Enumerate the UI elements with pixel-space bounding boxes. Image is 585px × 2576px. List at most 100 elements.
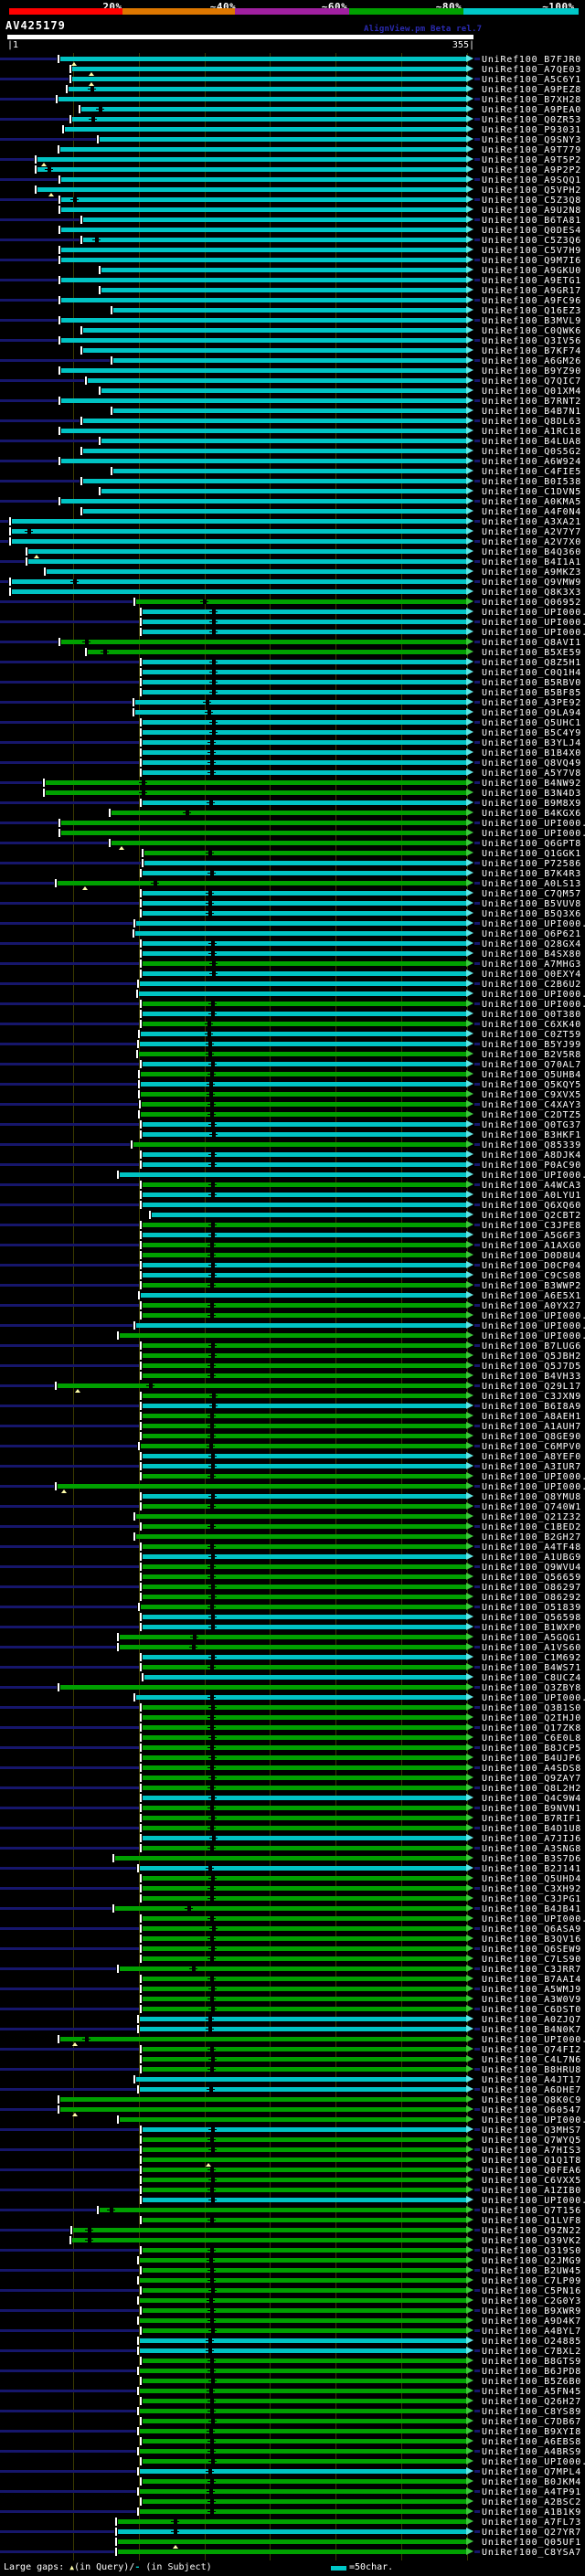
hit-bar[interactable] bbox=[143, 1705, 466, 1710]
hit-label[interactable]: UniRef100_B5C4Y9 bbox=[482, 728, 581, 738]
hit-label[interactable]: UniRef100_UPI000.. bbox=[482, 1482, 585, 1492]
hit-bar[interactable] bbox=[136, 1514, 466, 1519]
hit-label[interactable]: UniRef100_B5YJ99 bbox=[482, 1040, 581, 1050]
hit-bar[interactable] bbox=[143, 770, 466, 775]
hit-label[interactable]: UniRef100_C7BXL2 bbox=[482, 2347, 581, 2357]
hit-bar[interactable] bbox=[143, 2399, 466, 2403]
hit-bar[interactable] bbox=[143, 1464, 466, 1468]
hit-label[interactable]: UniRef100_Q5UHB4 bbox=[482, 1070, 581, 1080]
hit-label[interactable]: UniRef100_C6VXX5 bbox=[482, 2176, 581, 2186]
hit-bar[interactable] bbox=[143, 1936, 466, 1941]
hit-label[interactable]: UniRef100_B4D1U8 bbox=[482, 1824, 581, 1834]
hit-bar[interactable] bbox=[144, 851, 466, 855]
hit-bar[interactable] bbox=[140, 1042, 466, 1046]
hit-label[interactable]: UniRef100_B7LUG6 bbox=[482, 1341, 581, 1352]
hit-label[interactable]: UniRef100_UPI000.. bbox=[482, 628, 585, 638]
hit-label[interactable]: UniRef100_A4SDS8 bbox=[482, 1764, 581, 1774]
hit-bar[interactable] bbox=[61, 258, 466, 262]
hit-label[interactable]: UniRef100_A1ZIB0 bbox=[482, 2186, 581, 2196]
hit-bar[interactable] bbox=[143, 1062, 466, 1066]
hit-bar[interactable] bbox=[143, 2359, 466, 2363]
hit-label[interactable]: UniRef100_C5PN16 bbox=[482, 2286, 581, 2296]
hit-bar[interactable] bbox=[144, 1675, 466, 1680]
hit-label[interactable]: UniRef100_B4I1A1 bbox=[482, 557, 581, 567]
hit-label[interactable]: UniRef100_Q8L2H2 bbox=[482, 1784, 581, 1794]
hit-label[interactable]: UniRef100_B6JPD8 bbox=[482, 2367, 581, 2377]
hit-bar[interactable] bbox=[120, 1172, 466, 1177]
hit-label[interactable]: UniRef100_B3S7D6 bbox=[482, 1854, 581, 1864]
hit-label[interactable]: UniRef100_B8JCP5 bbox=[482, 1744, 581, 1754]
hit-label[interactable]: UniRef100_Q6XQ60 bbox=[482, 1201, 581, 1211]
hit-label[interactable]: UniRef100_C2G0Y3 bbox=[482, 2296, 581, 2306]
hit-bar[interactable] bbox=[143, 2178, 466, 2182]
hit-bar[interactable] bbox=[143, 1765, 466, 1770]
hit-label[interactable]: UniRef100_Q8DL63 bbox=[482, 417, 581, 427]
hit-label[interactable]: UniRef100_C3XH92 bbox=[482, 1884, 581, 1894]
hit-label[interactable]: UniRef100_Q3IV56 bbox=[482, 336, 581, 346]
hit-bar[interactable] bbox=[140, 2338, 466, 2343]
hit-label[interactable]: UniRef100_Q2IHJ0 bbox=[482, 1713, 581, 1723]
hit-label[interactable]: UniRef100_A9PEA0 bbox=[482, 105, 581, 115]
hit-label[interactable]: UniRef100_B4SX80 bbox=[482, 949, 581, 959]
hit-bar[interactable] bbox=[143, 1585, 466, 1589]
hit-bar[interactable] bbox=[143, 941, 466, 946]
hit-bar[interactable] bbox=[143, 2198, 466, 2202]
hit-label[interactable]: UniRef100_B4Q360 bbox=[482, 547, 581, 557]
hit-bar[interactable] bbox=[143, 1615, 466, 1619]
hit-label[interactable]: UniRef100_UPI000.. bbox=[482, 819, 585, 829]
hit-label[interactable]: UniRef100_A9ETG1 bbox=[482, 276, 581, 286]
hit-label[interactable]: UniRef100_Q4C9W4 bbox=[482, 1794, 581, 1804]
hit-label[interactable]: UniRef100_Q2CBT2 bbox=[482, 1211, 581, 1221]
hit-bar[interactable] bbox=[140, 2409, 466, 2413]
hit-bar[interactable] bbox=[143, 670, 466, 674]
hit-label[interactable]: UniRef100_B4WS71 bbox=[482, 1663, 581, 1673]
hit-label[interactable]: UniRef100_UPI000.. bbox=[482, 1331, 585, 1341]
hit-bar[interactable] bbox=[115, 1856, 466, 1860]
hit-label[interactable]: UniRef100_B5Q3X6 bbox=[482, 909, 581, 919]
hit-bar[interactable] bbox=[101, 439, 466, 443]
hit-label[interactable]: UniRef100_A8DJK4 bbox=[482, 1150, 581, 1161]
hit-bar[interactable] bbox=[143, 1273, 466, 1277]
hit-bar[interactable] bbox=[143, 1977, 466, 1981]
hit-bar[interactable] bbox=[136, 2077, 466, 2082]
hit-bar[interactable] bbox=[136, 1534, 466, 1539]
hit-bar[interactable] bbox=[135, 700, 466, 705]
hit-label[interactable]: UniRef100_B1WXP0 bbox=[482, 1623, 581, 1633]
hit-bar[interactable] bbox=[143, 2168, 466, 2172]
hit-bar[interactable] bbox=[143, 1394, 466, 1398]
hit-bar[interactable] bbox=[47, 569, 466, 574]
hit-label[interactable]: UniRef100_C9XVX5 bbox=[482, 1090, 581, 1100]
hit-label[interactable]: UniRef100_Q5VPH2 bbox=[482, 186, 581, 196]
hit-label[interactable]: UniRef100_A1AUH7 bbox=[482, 1422, 581, 1432]
hit-bar[interactable] bbox=[143, 1494, 466, 1499]
hit-bar[interactable] bbox=[58, 881, 466, 885]
hit-bar[interactable] bbox=[83, 348, 466, 353]
hit-bar[interactable] bbox=[61, 248, 466, 252]
hit-bar[interactable] bbox=[143, 1012, 466, 1016]
hit-label[interactable]: UniRef100_Q29L17 bbox=[482, 1382, 581, 1392]
hit-label[interactable]: UniRef100_Q8YMU8 bbox=[482, 1492, 581, 1502]
hit-bar[interactable] bbox=[143, 1022, 466, 1026]
hit-bar[interactable] bbox=[143, 1595, 466, 1599]
hit-bar[interactable] bbox=[143, 1243, 466, 1247]
hit-bar[interactable] bbox=[61, 177, 466, 182]
hit-bar[interactable] bbox=[113, 358, 466, 363]
hit-bar[interactable] bbox=[72, 67, 466, 71]
hit-label[interactable]: UniRef100_Q319S0 bbox=[482, 2246, 581, 2256]
hit-bar[interactable] bbox=[143, 1564, 466, 1569]
hit-label[interactable]: UniRef100_Q28GX4 bbox=[482, 939, 581, 949]
hit-label[interactable]: UniRef100_UPI000.. bbox=[482, 2196, 585, 2206]
hit-bar[interactable] bbox=[46, 790, 466, 795]
hit-bar[interactable] bbox=[72, 117, 466, 122]
hit-label[interactable]: UniRef100_A9T5P2 bbox=[482, 155, 581, 165]
hit-label[interactable]: UniRef100_B3N4D3 bbox=[482, 789, 581, 799]
hit-bar[interactable] bbox=[140, 2087, 466, 2092]
hit-label[interactable]: UniRef100_C1BED2 bbox=[482, 1522, 581, 1532]
hit-bar[interactable] bbox=[72, 2238, 466, 2242]
hit-label[interactable]: UniRef100_B2GH27 bbox=[482, 1532, 581, 1542]
hit-bar[interactable] bbox=[143, 1655, 466, 1659]
hit-bar[interactable] bbox=[143, 1846, 466, 1850]
hit-label[interactable]: UniRef100_Q7QIC7 bbox=[482, 376, 581, 387]
hit-bar[interactable] bbox=[83, 509, 466, 514]
hit-bar[interactable] bbox=[143, 871, 466, 875]
